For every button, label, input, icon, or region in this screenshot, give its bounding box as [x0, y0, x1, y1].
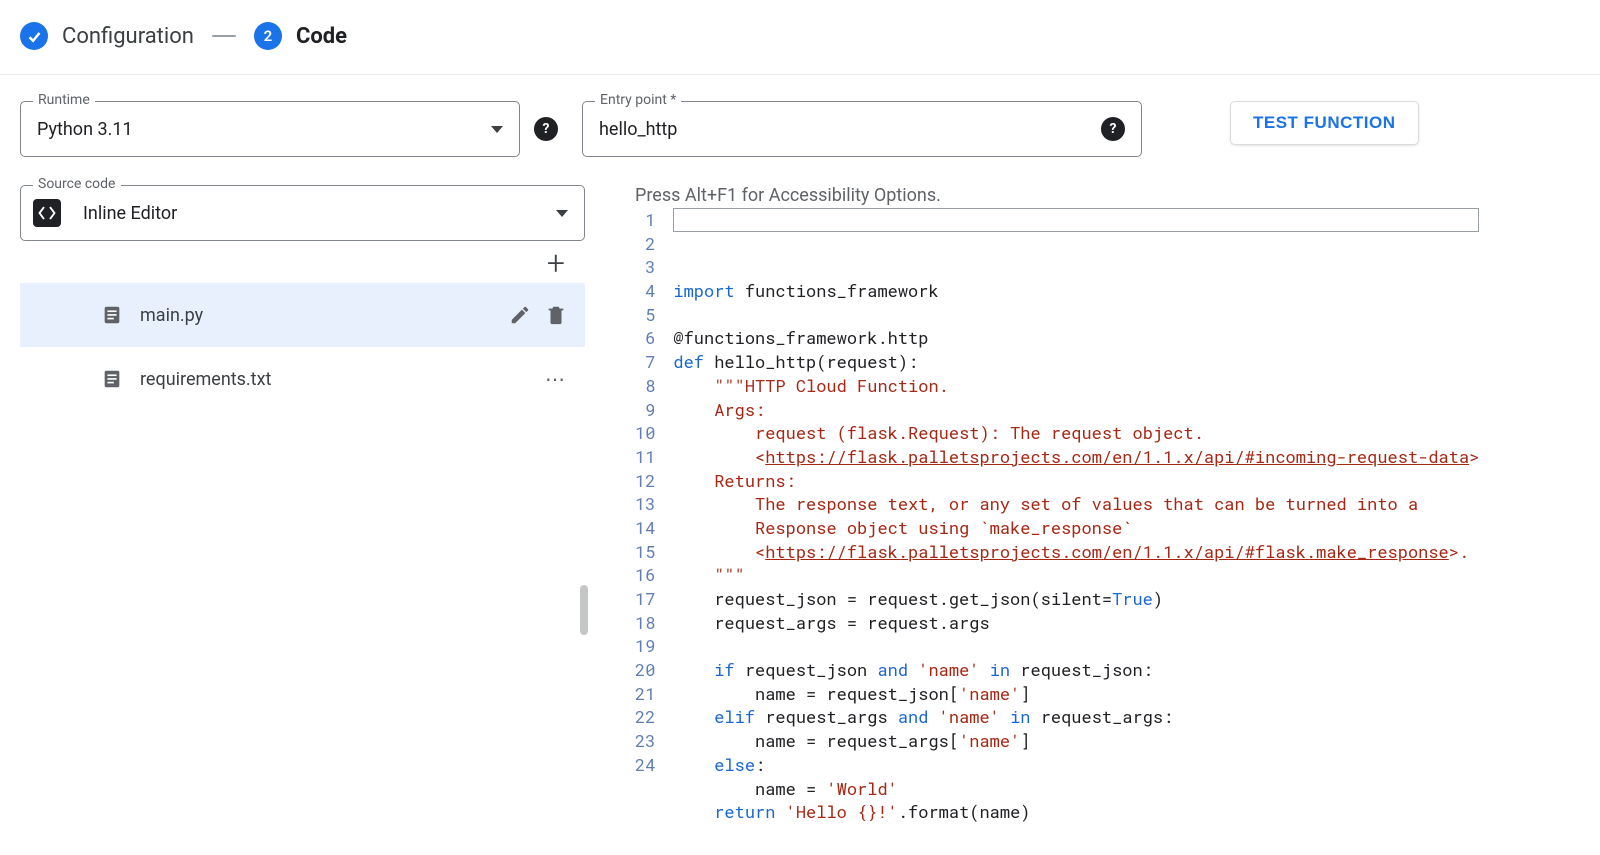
- code-line[interactable]: else:: [673, 753, 1479, 777]
- step1-check-icon: [20, 22, 48, 50]
- code-line[interactable]: request (flask.Request): The request obj…: [673, 421, 1479, 445]
- more-icon[interactable]: ⋯: [545, 367, 567, 391]
- code-line[interactable]: elif request_args and 'name' in request_…: [673, 705, 1479, 729]
- file-name: requirements.txt: [140, 369, 545, 390]
- code-line[interactable]: import functions_framework: [673, 279, 1479, 303]
- code-line[interactable]: Response object using `make_response`: [673, 516, 1479, 540]
- delete-icon[interactable]: [545, 304, 567, 326]
- file-icon: [100, 303, 124, 327]
- code-line[interactable]: if request_json and 'name' in request_js…: [673, 658, 1479, 682]
- code-line[interactable]: """HTTP Cloud Function.: [673, 374, 1479, 398]
- file-list: main.py requirements.txt ⋯: [20, 283, 585, 411]
- source-code-value: Inline Editor: [83, 203, 546, 224]
- entry-point-label: Entry point *: [595, 92, 681, 108]
- step2-label[interactable]: Code: [296, 24, 347, 49]
- file-icon: [100, 367, 124, 391]
- chevron-down-icon: [556, 210, 568, 217]
- code-line[interactable]: @functions_framework.http: [673, 326, 1479, 350]
- runtime-help-icon[interactable]: ?: [534, 117, 558, 141]
- chevron-down-icon: [491, 126, 503, 133]
- test-function-button[interactable]: TEST FUNCTION: [1230, 101, 1419, 145]
- runtime-select[interactable]: Runtime Python 3.11: [20, 101, 520, 157]
- code-line[interactable]: <https://flask.palletsprojects.com/en/1.…: [673, 445, 1479, 469]
- code-editor[interactable]: 123456789101112131415161718192021222324 …: [635, 208, 1600, 848]
- runtime-value: Python 3.11: [37, 119, 481, 140]
- file-item-main[interactable]: main.py: [20, 283, 585, 347]
- code-line[interactable]: """: [673, 563, 1479, 587]
- editor-cursor-line-highlight: [673, 208, 1479, 232]
- code-line[interactable]: request_args = request.args: [673, 611, 1479, 635]
- code-line[interactable]: [673, 824, 1479, 848]
- code-line[interactable]: return 'Hello {}!'.format(name): [673, 800, 1479, 824]
- stepper: Configuration 2 Code: [0, 0, 1600, 75]
- file-name: main.py: [140, 305, 509, 326]
- editor-code[interactable]: import functions_framework @functions_fr…: [673, 208, 1479, 848]
- scrollbar[interactable]: [580, 585, 588, 635]
- code-line[interactable]: name = 'World': [673, 777, 1479, 801]
- entry-point-input[interactable]: Entry point * ?: [582, 101, 1142, 157]
- file-item-requirements[interactable]: requirements.txt ⋯: [20, 347, 585, 411]
- code-line[interactable]: name = request_json['name']: [673, 682, 1479, 706]
- step1-label[interactable]: Configuration: [62, 24, 194, 49]
- code-icon: [33, 199, 61, 227]
- a11y-hint: Press Alt+F1 for Accessibility Options.: [635, 185, 1600, 206]
- add-file-button[interactable]: +: [547, 247, 565, 279]
- edit-icon[interactable]: [509, 304, 531, 326]
- source-code-label: Source code: [33, 176, 121, 192]
- code-line[interactable]: def hello_http(request):: [673, 350, 1479, 374]
- code-line[interactable]: request_json = request.get_json(silent=T…: [673, 587, 1479, 611]
- runtime-label: Runtime: [33, 92, 95, 108]
- editor-gutter: 123456789101112131415161718192021222324: [635, 208, 673, 848]
- entry-point-help-icon[interactable]: ?: [1101, 117, 1125, 141]
- code-line[interactable]: Args:: [673, 398, 1479, 422]
- code-line[interactable]: [673, 303, 1479, 327]
- code-line[interactable]: Returns:: [673, 469, 1479, 493]
- step2-number-badge: 2: [254, 22, 282, 50]
- code-line[interactable]: <https://flask.palletsprojects.com/en/1.…: [673, 540, 1479, 564]
- code-line[interactable]: name = request_args['name']: [673, 729, 1479, 753]
- step-divider: [212, 35, 236, 37]
- code-line[interactable]: The response text, or any set of values …: [673, 492, 1479, 516]
- source-code-select[interactable]: Source code Inline Editor: [20, 185, 585, 241]
- code-line[interactable]: [673, 634, 1479, 658]
- entry-point-value[interactable]: [599, 119, 1101, 140]
